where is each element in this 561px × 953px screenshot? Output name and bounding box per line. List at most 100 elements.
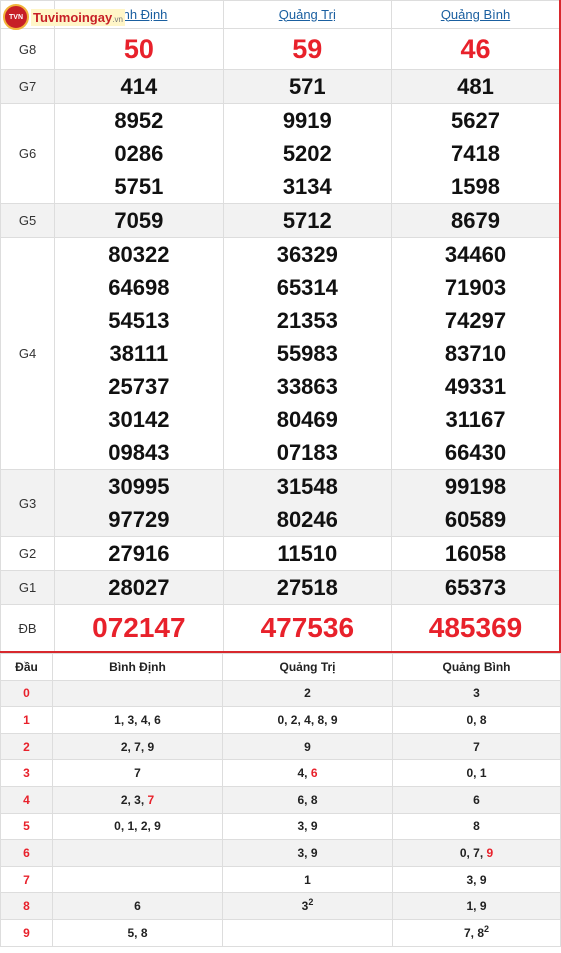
province-header: Quảng Trị xyxy=(222,0,393,29)
prize-cell: 8952 0286 5751 xyxy=(54,103,224,204)
loto-tail-cell: 32 xyxy=(222,892,393,920)
prize-number: 27916 xyxy=(108,541,170,566)
prize-number: 0286 xyxy=(114,141,164,166)
prize-cell: 414 xyxy=(54,69,224,104)
prize-cell: 99198 60589 xyxy=(391,469,561,537)
loto-head-table: Đầu Bình Định Quảng Trị Quảng Bình 0 2 3 1 1, 3,… xyxy=(0,653,561,947)
loto-row: 1 1, 3, 4, 6 0, 2, 4, 8, 9 0, 8 xyxy=(0,706,561,734)
loto-tail-cell: 0, 2, 4, 8, 9 xyxy=(222,706,393,734)
prize-label: G7 xyxy=(0,69,56,104)
prize-cell: 31548 80246 xyxy=(222,469,393,537)
prize-number: 16058 xyxy=(444,541,507,566)
loto-head-label: Đầu xyxy=(0,653,53,681)
loto-row: 4 2, 3, 7 6, 86 xyxy=(0,785,561,814)
loto-tail-cell: 0, 8 xyxy=(392,706,561,734)
loto-tail-cell: 5, 8 xyxy=(52,918,223,947)
loto-row: 8 6 32 1, 9 xyxy=(0,892,561,920)
prize-number: 3134 xyxy=(282,174,332,199)
prize-label: G1 xyxy=(0,570,56,605)
loto-tail-cell: 3, 9 xyxy=(222,812,393,841)
loto-tail-cell xyxy=(222,918,393,947)
prize-number: 80246 xyxy=(276,507,338,532)
prize-number: 80469 xyxy=(276,407,338,432)
prize-label: G8 xyxy=(0,28,56,70)
prize-cell: 16058 xyxy=(391,536,561,571)
province-header: Quảng Bình xyxy=(391,0,561,29)
prize-label: G3 xyxy=(0,469,56,537)
site-logo[interactable]: TVN Tuvimoingay.vn xyxy=(3,3,125,31)
prize-number: 25737 xyxy=(108,374,170,399)
loto-tail-cell: 0, 7, 9 xyxy=(392,839,561,867)
prize-label: G5 xyxy=(0,203,56,238)
loto-row: 5 0, 1, 2, 9 3, 98 xyxy=(0,812,561,841)
prize-number: 31167 xyxy=(445,407,506,432)
prize-number: 49331 xyxy=(444,374,507,399)
province-link[interactable]: Quảng Trị xyxy=(279,7,336,22)
prize-number: 481 xyxy=(457,74,494,99)
prize-cell: 5712 xyxy=(222,203,393,238)
prize-label: G2 xyxy=(0,536,56,571)
prize-row-g7: G7 414 571 481 xyxy=(0,69,561,104)
prize-cell: 46 xyxy=(391,28,561,70)
prize-cell: 80322 64698 54513 38111 25737 30142 09843 xyxy=(54,237,224,470)
loto-tail-cell: 8 xyxy=(392,812,561,841)
loto-head-digit: 8 xyxy=(0,892,53,920)
prize-row-g1: G1 28027 27518 65373 xyxy=(0,570,561,605)
prize-number: 74297 xyxy=(444,308,507,333)
loto-tail-cell: 3 xyxy=(392,679,561,708)
loto-row: 2 2, 7, 997 xyxy=(0,732,561,761)
loto-row: 9 5, 8 7, 82 xyxy=(0,918,561,947)
prize-cell: 9919 5202 3134 xyxy=(222,103,393,204)
loto-tail-cell: 0, 1, 2, 9 xyxy=(52,812,223,841)
loto-tail-cell: 6 xyxy=(52,892,223,920)
prize-cell: 30995 97729 xyxy=(54,469,224,537)
loto-head-digit: 7 xyxy=(0,865,53,894)
loto-tail-cell: 3, 9 xyxy=(222,839,393,867)
prize-number: 60589 xyxy=(444,507,507,532)
loto-head-digit: 3 xyxy=(0,759,53,787)
prize-number: 28027 xyxy=(108,575,170,600)
prize-row-g3: G3 30995 97729 31548 80246 99198 60589 xyxy=(0,469,561,537)
loto-row: 3 7 4, 6 0, 1 xyxy=(0,759,561,787)
loto-head-digit: 6 xyxy=(0,839,53,867)
lottery-results-table: Bình Định Quảng Trị Quảng Bình G8 50 59 46 G7 41… xyxy=(0,0,561,653)
prize-cell: 59 xyxy=(222,28,393,70)
prize-number: 571 xyxy=(288,74,326,99)
loto-province-header: Bình Định xyxy=(52,653,223,681)
loto-tail-cell: 1, 3, 4, 6 xyxy=(52,706,223,734)
prize-number: 7418 xyxy=(451,141,500,166)
prize-number: 5712 xyxy=(282,208,332,233)
loto-tail-cell: 1 xyxy=(222,865,393,894)
loto-tail-cell: 7 xyxy=(392,732,561,761)
prize-number: 99198 xyxy=(444,474,507,499)
prize-number: 59 xyxy=(292,34,323,64)
prize-number: 07183 xyxy=(276,440,338,465)
logo-text: Tuvimoingay xyxy=(33,9,113,25)
province-link[interactable]: Quảng Bình xyxy=(441,7,510,22)
prize-number: 11510 xyxy=(277,541,338,566)
prize-cell: 36329 65314 21353 55983 33863 80469 07183 xyxy=(222,237,393,470)
loto-row: 6 3, 9 0, 7, 9 xyxy=(0,839,561,867)
prize-cell: 65373 xyxy=(391,570,561,605)
logo-seal-icon: TVN xyxy=(3,4,29,30)
prize-cell: 5627 7418 1598 xyxy=(391,103,561,204)
loto-head-digit: 4 xyxy=(0,785,53,814)
prize-number: 477536 xyxy=(260,612,355,643)
prize-number: 21353 xyxy=(276,308,338,333)
prize-number: 36329 xyxy=(276,242,338,267)
loto-head-digit: 5 xyxy=(0,812,53,841)
prize-number: 27518 xyxy=(276,575,338,600)
loto-tail-cell: 0, 1 xyxy=(392,759,561,787)
prize-number: 66430 xyxy=(444,440,507,465)
prize-number: 1598 xyxy=(451,174,500,199)
prize-cell: 50 xyxy=(54,28,224,70)
prize-number: 30142 xyxy=(108,407,170,432)
prize-number: 9919 xyxy=(282,108,332,133)
prize-number: 8679 xyxy=(451,208,500,233)
loto-tail-cell: 7, 82 xyxy=(392,918,561,947)
prize-number: 33863 xyxy=(276,374,338,399)
loto-tail-cell xyxy=(52,839,223,867)
prize-number: 09843 xyxy=(108,440,170,465)
loto-row: 7 1 3, 9 xyxy=(0,865,561,894)
prize-number: 65373 xyxy=(444,575,507,600)
